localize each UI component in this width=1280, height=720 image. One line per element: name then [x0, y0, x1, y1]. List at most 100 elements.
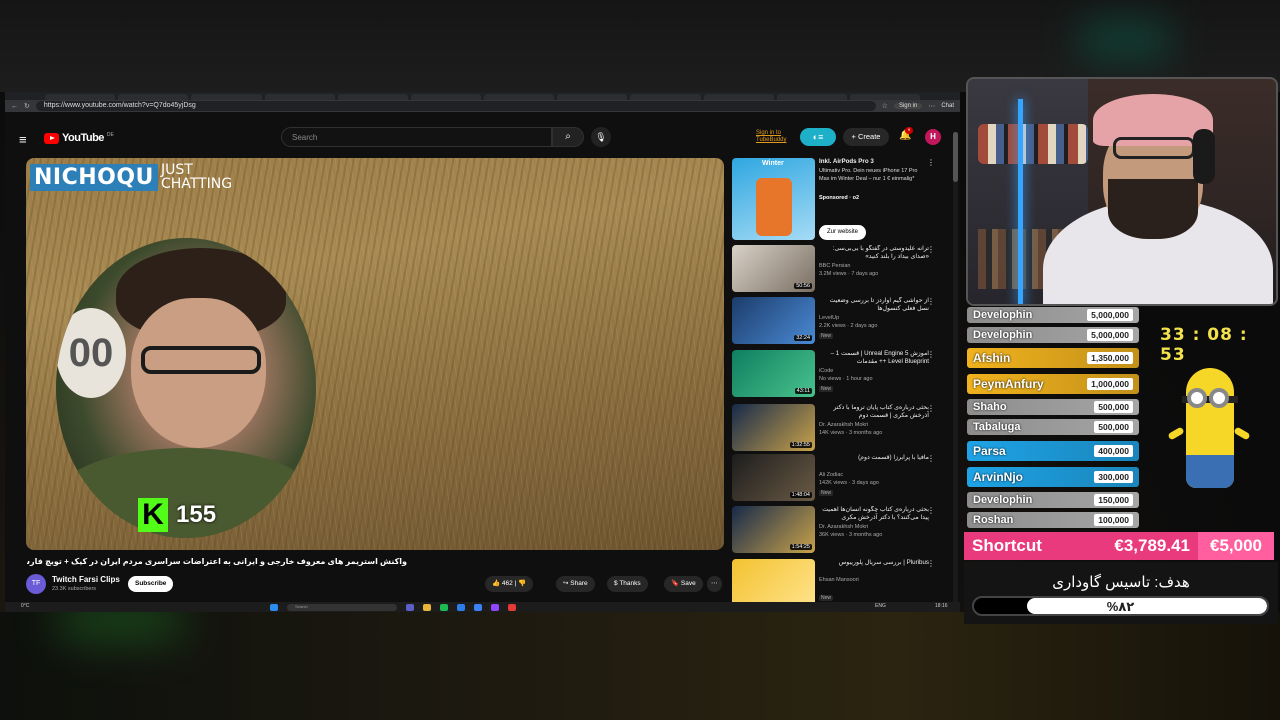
video-channel[interactable]: Dr. Azarakhsh Mokri [819, 422, 868, 428]
video-player[interactable]: NICHOQU JUST CHATTING 00 K 155 [26, 158, 724, 550]
app-icon[interactable] [440, 603, 448, 611]
video-thumbnail[interactable]: 43:11 [732, 350, 815, 397]
video-title[interactable]: ترانه علیدوستی در گفتگو با بی‌بی‌سی: «صد… [819, 245, 929, 261]
search-button[interactable]: ⌕ [552, 127, 584, 147]
taskbar-weather[interactable]: 0°C [21, 603, 29, 609]
video-channel[interactable]: BBC Persian [819, 263, 851, 269]
edge-icon[interactable] [457, 603, 465, 611]
tubebuddy-signin-link[interactable]: Sign in to TubeBuddy [756, 130, 796, 144]
search-input[interactable]: Search [281, 127, 552, 147]
video-thumbnail[interactable]: 50:56 [732, 245, 815, 292]
folder-icon[interactable] [423, 603, 431, 611]
video-meta: 142K views · 3 days ago [819, 480, 879, 486]
recommended-video[interactable]: 1:54:25 بحثی درباره‌ی کتاب چگونه انسان‌ه… [732, 506, 937, 556]
menu-dots-icon[interactable]: ⋯ [928, 102, 935, 110]
minion-goggle [1187, 388, 1207, 408]
browser-tab[interactable] [191, 94, 262, 100]
browser-tab[interactable] [484, 94, 555, 100]
windows-start-icon[interactable] [270, 603, 278, 611]
subscribe-button[interactable]: Subscribe [128, 576, 174, 592]
browser-tab[interactable] [410, 94, 482, 100]
browser-tab[interactable] [849, 94, 921, 100]
recommended-video[interactable]: 43:11 آموزش Unreal Engine 5 | قسمت 1 – L… [732, 350, 937, 400]
video-title[interactable]: از حواشی گیم اواردز تا بررسی وضعیت نسل ف… [819, 297, 929, 313]
more-actions-button[interactable]: ⋯ [707, 576, 722, 592]
browser-signin-button[interactable]: Sign in [893, 103, 923, 109]
save-label: Save [680, 580, 696, 587]
twitch-icon[interactable] [491, 603, 499, 611]
scrollbar-thumb[interactable] [953, 132, 958, 182]
teams-icon[interactable] [406, 603, 414, 611]
more-options-icon[interactable]: ⋮ [927, 506, 935, 515]
channel-avatar[interactable]: TF [26, 574, 46, 594]
taskbar-search[interactable]: Search [287, 603, 397, 611]
thanks-icon: $ [614, 580, 618, 587]
voice-search-button[interactable]: 🎙 [591, 127, 611, 147]
recommended-video[interactable]: 1:48:04 مافیا با پرابرزا (قسمت دوم) Ali … [732, 454, 937, 504]
more-options-icon[interactable]: ⋮ [927, 297, 935, 306]
sponsored-ad[interactable]: Winter Inkl. AirPods Pro 3 Ultimativ Pro… [732, 158, 937, 242]
channel-name[interactable]: Twitch Farsi Clips [52, 575, 120, 584]
channel-logo-main: NICHOQU [30, 163, 158, 191]
video-channel[interactable]: iCode [819, 368, 833, 374]
tubebuddy-button[interactable]: ◐≡ [800, 128, 836, 146]
ad-visit-button[interactable]: Zur website [819, 225, 867, 240]
video-channel[interactable]: LevelUp [819, 315, 839, 321]
chrome-icon[interactable] [508, 603, 516, 611]
more-options-icon[interactable]: ⋮ [927, 404, 935, 413]
more-options-icon[interactable]: ⋮ [927, 245, 935, 254]
browser-tab[interactable] [776, 94, 847, 100]
back-icon[interactable]: ← [11, 103, 18, 110]
recommended-video[interactable]: 32:24 از حواشی گیم اواردز تا بررسی وضعیت… [732, 297, 937, 347]
video-title[interactable]: بحثی درباره‌ی کتاب چگونه انسان‌ها اهمیت … [819, 506, 929, 522]
browser-tab[interactable] [264, 94, 335, 100]
browser-tab[interactable] [557, 94, 628, 100]
save-button[interactable]: 🔖 Save [664, 576, 703, 592]
recommended-video[interactable]: 50:56 ترانه علیدوستی در گفتگو با بی‌بی‌س… [732, 245, 937, 295]
vscode-icon[interactable] [474, 603, 482, 611]
browser-tab[interactable] [118, 94, 189, 100]
thanks-button[interactable]: $ Thanks [607, 576, 648, 592]
star-icon[interactable]: ☆ [882, 102, 888, 110]
page-scrollbar[interactable] [953, 132, 958, 602]
video-channel[interactable]: Ehsan Mansoori [819, 577, 859, 583]
share-button[interactable]: ↪ Share [556, 576, 595, 592]
browser-tab[interactable] [630, 94, 701, 100]
youtube-region: DE [106, 132, 114, 138]
menu-icon[interactable]: ≡ [19, 132, 27, 147]
streamer-webcam [966, 77, 1278, 306]
more-options-icon[interactable]: ⋮ [927, 454, 935, 463]
chat-button[interactable]: Chat [941, 103, 954, 109]
like-button[interactable]: 👍 462 | 👎 [485, 576, 534, 592]
ad-title[interactable]: Inkl. AirPods Pro 3 [819, 158, 929, 166]
video-thumbnail[interactable]: 32:24 [732, 297, 815, 344]
video-thumbnail[interactable]: 1:48:04 [732, 454, 815, 501]
video-thumbnail[interactable]: 1:32:55 [732, 404, 815, 451]
video-thumbnail[interactable] [732, 559, 815, 606]
taskbar-language[interactable]: ENG [875, 603, 886, 609]
video-channel[interactable]: Dr. Azarakhsh Mokri [819, 524, 868, 530]
create-button[interactable]: + Create [843, 128, 889, 146]
browser-tab[interactable] [45, 94, 116, 100]
reload-icon[interactable]: ↻ [24, 102, 30, 110]
video-title[interactable]: آموزش Unreal Engine 5 | قسمت 1 – Level B… [819, 350, 929, 366]
more-options-icon[interactable]: ⋮ [927, 350, 935, 359]
video-duration: 43:11 [794, 388, 812, 394]
recommended-video[interactable]: 1:32:55 بحثی درباره‌ی کتاب پایان تروما ب… [732, 404, 937, 454]
ad-thumbnail[interactable]: Winter [732, 158, 815, 240]
url-input[interactable]: https://www.youtube.com/watch?v=Q7do45yj… [35, 101, 876, 111]
video-channel[interactable]: Ali Zodiac [819, 472, 843, 478]
more-options-icon[interactable]: ⋮ [927, 158, 935, 167]
video-thumbnail[interactable]: 1:54:25 [732, 506, 815, 553]
account-avatar[interactable]: H [925, 129, 941, 145]
youtube-logo[interactable]: YouTube DE [44, 132, 114, 144]
browser-tab[interactable] [337, 94, 408, 100]
video-title[interactable]: مافیا با پرابرزا (قسمت دوم) [819, 454, 929, 462]
video-title[interactable]: بحثی درباره‌ی کتاب پایان تروما با دکتر آ… [819, 404, 929, 420]
video-title[interactable]: Pluribus | بررسی سریال پلوریبوس [819, 559, 929, 567]
thumbs-down-icon[interactable]: 👎 [518, 580, 526, 587]
browser-tab[interactable] [703, 94, 774, 100]
more-options-icon[interactable]: ⋮ [927, 559, 935, 568]
donor-name: Develophin [973, 329, 1033, 341]
kick-logo-icon: K [138, 498, 168, 532]
